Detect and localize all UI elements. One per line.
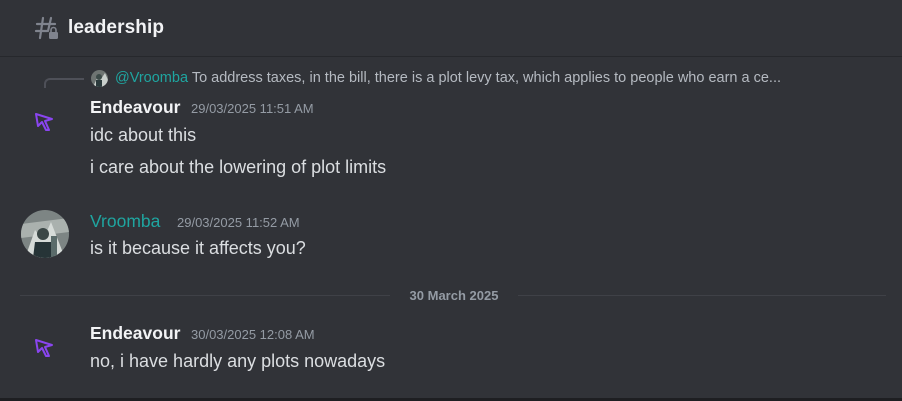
message-line: idc about this <box>90 125 197 145</box>
user-avatar[interactable] <box>21 210 69 258</box>
message-author[interactable]: Endeavour <box>90 323 180 344</box>
message-timestamp: 30/03/2025 12:08 AM <box>191 327 315 342</box>
message-author[interactable]: Endeavour <box>90 97 180 118</box>
message-line: i care about the lowering of plot limits <box>90 157 387 177</box>
reply-preview[interactable]: @Vroomba To address taxes, in the bill, … <box>115 70 885 86</box>
reply-mention[interactable]: @Vroomba <box>115 70 188 86</box>
message-line: no, i have hardly any plots nowadays <box>90 351 386 371</box>
bot-avatar-icon[interactable] <box>33 336 57 360</box>
bot-avatar-icon[interactable] <box>33 110 57 134</box>
channel-header: leadership <box>0 0 902 57</box>
hash-lock-icon <box>34 15 60 41</box>
message-timestamp: 29/03/2025 11:52 AM <box>177 215 300 230</box>
channel-name: leadership <box>68 17 165 38</box>
message-line: is it because it affects you? <box>90 238 306 258</box>
message-author[interactable]: Vroomba <box>90 211 160 232</box>
reply-preview-text: To address taxes, in the bill, there is … <box>191 70 782 86</box>
date-divider-label: 30 March 2025 <box>390 288 518 303</box>
reply-connector <box>44 78 84 88</box>
message-timestamp: 29/03/2025 11:51 AM <box>191 101 314 116</box>
reply-avatar[interactable] <box>91 70 108 87</box>
